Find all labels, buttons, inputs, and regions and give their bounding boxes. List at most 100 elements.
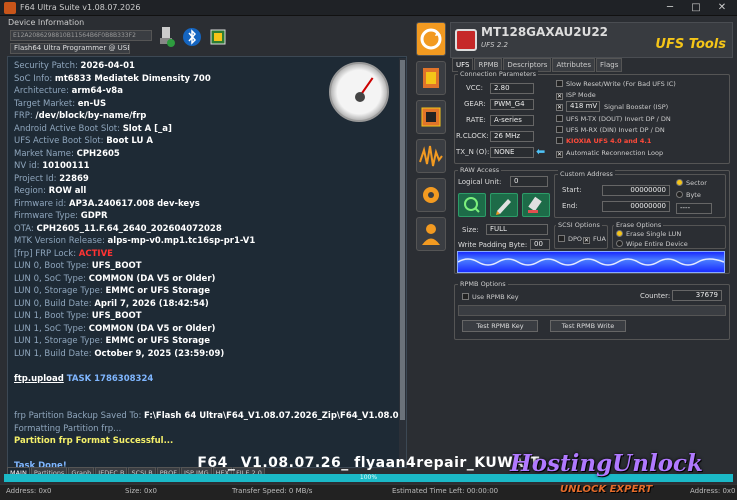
- size-select[interactable]: FULL: [486, 224, 548, 235]
- mtx-invert-checkbox[interactable]: UFS M-TX (DOUT) Invert DP / DN: [556, 115, 671, 123]
- user-icon[interactable]: [416, 217, 446, 251]
- rate-select[interactable]: A-series: [490, 115, 534, 126]
- log-key: LUN 0, Build Date:: [14, 298, 95, 309]
- log-line: Android Active Boot Slot: Slot A [_a]: [14, 123, 400, 136]
- logical-unit-select[interactable]: 0: [510, 176, 548, 187]
- connection-params-label: Connection Parameters: [458, 70, 539, 78]
- start-address-input[interactable]: 00000000: [602, 185, 670, 196]
- log-key: LUN 1, Storage Type:: [14, 336, 106, 346]
- log-key: OTA:: [14, 223, 37, 234]
- log-line: Project Id: 22869: [14, 173, 400, 186]
- rpmb-key-input[interactable]: [458, 305, 726, 316]
- booster-select[interactable]: 418 mV: [566, 101, 600, 112]
- chip-icon[interactable]: [208, 26, 228, 48]
- log-line: LUN 0, Storage Type: EMMC or UFS Storage: [14, 285, 400, 298]
- log-value: Slot A [_a]: [122, 123, 172, 134]
- booster-checkbox[interactable]: ✕: [556, 102, 566, 111]
- padding-select[interactable]: 00: [530, 239, 550, 250]
- arrow-left-icon: ⬅: [536, 145, 546, 158]
- log-spacer: [14, 360, 400, 373]
- scsi-options-label: SCSI Options: [556, 221, 602, 229]
- ufs-chip-icon[interactable]: [416, 61, 446, 95]
- wipe-device-radio[interactable]: Wipe Entire Device: [616, 240, 688, 248]
- gauge-hub: [355, 92, 365, 102]
- log-key: LUN 1, Boot Type:: [14, 311, 92, 321]
- start-label: Start:: [562, 186, 582, 194]
- custom-address-label: Custom Address: [558, 170, 615, 178]
- log-key: frp Partition Backup Saved To:: [14, 411, 145, 421]
- end-address-input[interactable]: 00000000: [602, 201, 670, 212]
- log-value: arm64-v8a: [71, 86, 123, 96]
- ftp-command[interactable]: ftp.upload: [14, 374, 64, 384]
- log-key: Project Id:: [14, 173, 60, 184]
- log-line: LUN 0, Build Date: April 7, 2026 (18:42:…: [14, 298, 400, 311]
- settings-gear-icon[interactable]: [416, 178, 446, 212]
- txn-label: TX_N (O):: [456, 148, 490, 156]
- log-line: UFS Active Boot Slot: Boot LU A: [14, 135, 400, 148]
- maximize-button[interactable]: □: [683, 1, 709, 15]
- refresh-logo-icon[interactable]: [416, 22, 446, 56]
- log-line: LUN 1, Build Date: October 9, 2025 (23:5…: [14, 348, 400, 361]
- status-address: Address: 0x0: [6, 487, 52, 495]
- log-value: ACTIVE: [78, 248, 113, 259]
- minimize-button[interactable]: ─: [657, 1, 683, 15]
- test-rpmb-key-button[interactable]: Test RPMB Key: [462, 320, 538, 332]
- log-value: en-US: [77, 98, 107, 109]
- ufs-tab[interactable]: Flags: [596, 58, 623, 72]
- device-select[interactable]: E12A2086298810B11564B6F0B8B333F2: [10, 30, 152, 41]
- test-rpmb-write-button[interactable]: Test RPMB Write: [550, 320, 626, 332]
- read-button[interactable]: [458, 193, 486, 217]
- log-value: GDPR: [80, 211, 108, 221]
- status-size: Size: 0x0: [125, 487, 158, 495]
- vcc-select[interactable]: 2.80: [490, 83, 534, 94]
- signal-analyzer-icon[interactable]: [416, 139, 446, 173]
- kioxia-checkbox[interactable]: KIOXIA UFS 4.0 and 4.1: [556, 137, 651, 145]
- log-key: Target Market:: [14, 98, 78, 109]
- sector-radio[interactable]: Sector: [676, 179, 707, 187]
- write-button[interactable]: [490, 193, 518, 217]
- log-scrollbar[interactable]: [399, 58, 406, 466]
- usb-icon[interactable]: [156, 26, 176, 48]
- log-key: Region:: [14, 186, 49, 196]
- log-spacer: [14, 385, 400, 398]
- counter-input[interactable]: 37679: [672, 290, 722, 301]
- log-value: 10100111: [42, 161, 90, 171]
- log-value: alps-mp-v0.mp1.tc16sp-pr1-V1: [107, 236, 256, 246]
- auto-reconnect-checkbox[interactable]: ✕ Automatic Reconnection Loop: [556, 149, 663, 158]
- ufs-model: MT128GAXAU2U22: [481, 25, 609, 39]
- ufs-version: UFS 2.2: [481, 41, 508, 49]
- mrx-invert-checkbox[interactable]: UFS M-RX (DIN) Invert DP / DN: [556, 126, 665, 134]
- log-value: COMMON (DA V5 or Older): [88, 323, 216, 334]
- title-bar: F64 Ultra Suite v1.08.07.2026 ─ □ ✕: [0, 0, 737, 16]
- gear-select[interactable]: PWM_G4: [490, 99, 534, 110]
- erase-button[interactable]: [522, 193, 550, 217]
- window-controls: ─ □ ✕: [657, 1, 735, 15]
- ufs-tab[interactable]: Attributes: [552, 58, 595, 72]
- txn-select[interactable]: NONE: [490, 147, 534, 158]
- dpo-checkbox[interactable]: DPO: [558, 235, 582, 243]
- log-key: NV id:: [14, 161, 43, 171]
- left-panel: Device Information E12A2086298810B11564B…: [4, 16, 412, 486]
- log-value: ROW all: [48, 186, 87, 196]
- emmc-chip-icon[interactable]: [416, 100, 446, 134]
- byte-radio[interactable]: Byte: [676, 191, 701, 199]
- gear-label: GEAR:: [464, 100, 486, 108]
- fua-checkbox[interactable]: ✕ FUA: [583, 235, 606, 244]
- log-value: 22869: [59, 173, 89, 184]
- log-value: AP3A.240617.008 dev-keys: [68, 198, 200, 209]
- bluetooth-icon[interactable]: [182, 26, 202, 48]
- log-line: NV id: 10100111: [14, 160, 400, 173]
- size-label: Size:: [462, 226, 479, 234]
- programmer-select[interactable]: Flash64 Ultra Programmer @ USB 3.2: [10, 43, 130, 54]
- rclock-select[interactable]: 26 MHz: [490, 131, 534, 142]
- log-key: [frp] FRP Lock:: [14, 248, 79, 259]
- erase-single-lun-radio[interactable]: Erase Single LUN: [616, 230, 681, 238]
- use-rpmb-key-checkbox[interactable]: Use RPMB Key: [462, 293, 519, 301]
- isp-mode-checkbox[interactable]: ✕ ISP Mode: [556, 91, 596, 100]
- scrollbar-thumb[interactable]: [400, 60, 405, 420]
- log-value: UFS_BOOT: [91, 311, 142, 321]
- unit-select[interactable]: ----: [676, 203, 712, 214]
- log-key: Market Name:: [14, 148, 77, 159]
- close-button[interactable]: ✕: [709, 1, 735, 15]
- slow-reset-checkbox[interactable]: Slow Reset/Write (For Bad UFS IC): [556, 80, 676, 88]
